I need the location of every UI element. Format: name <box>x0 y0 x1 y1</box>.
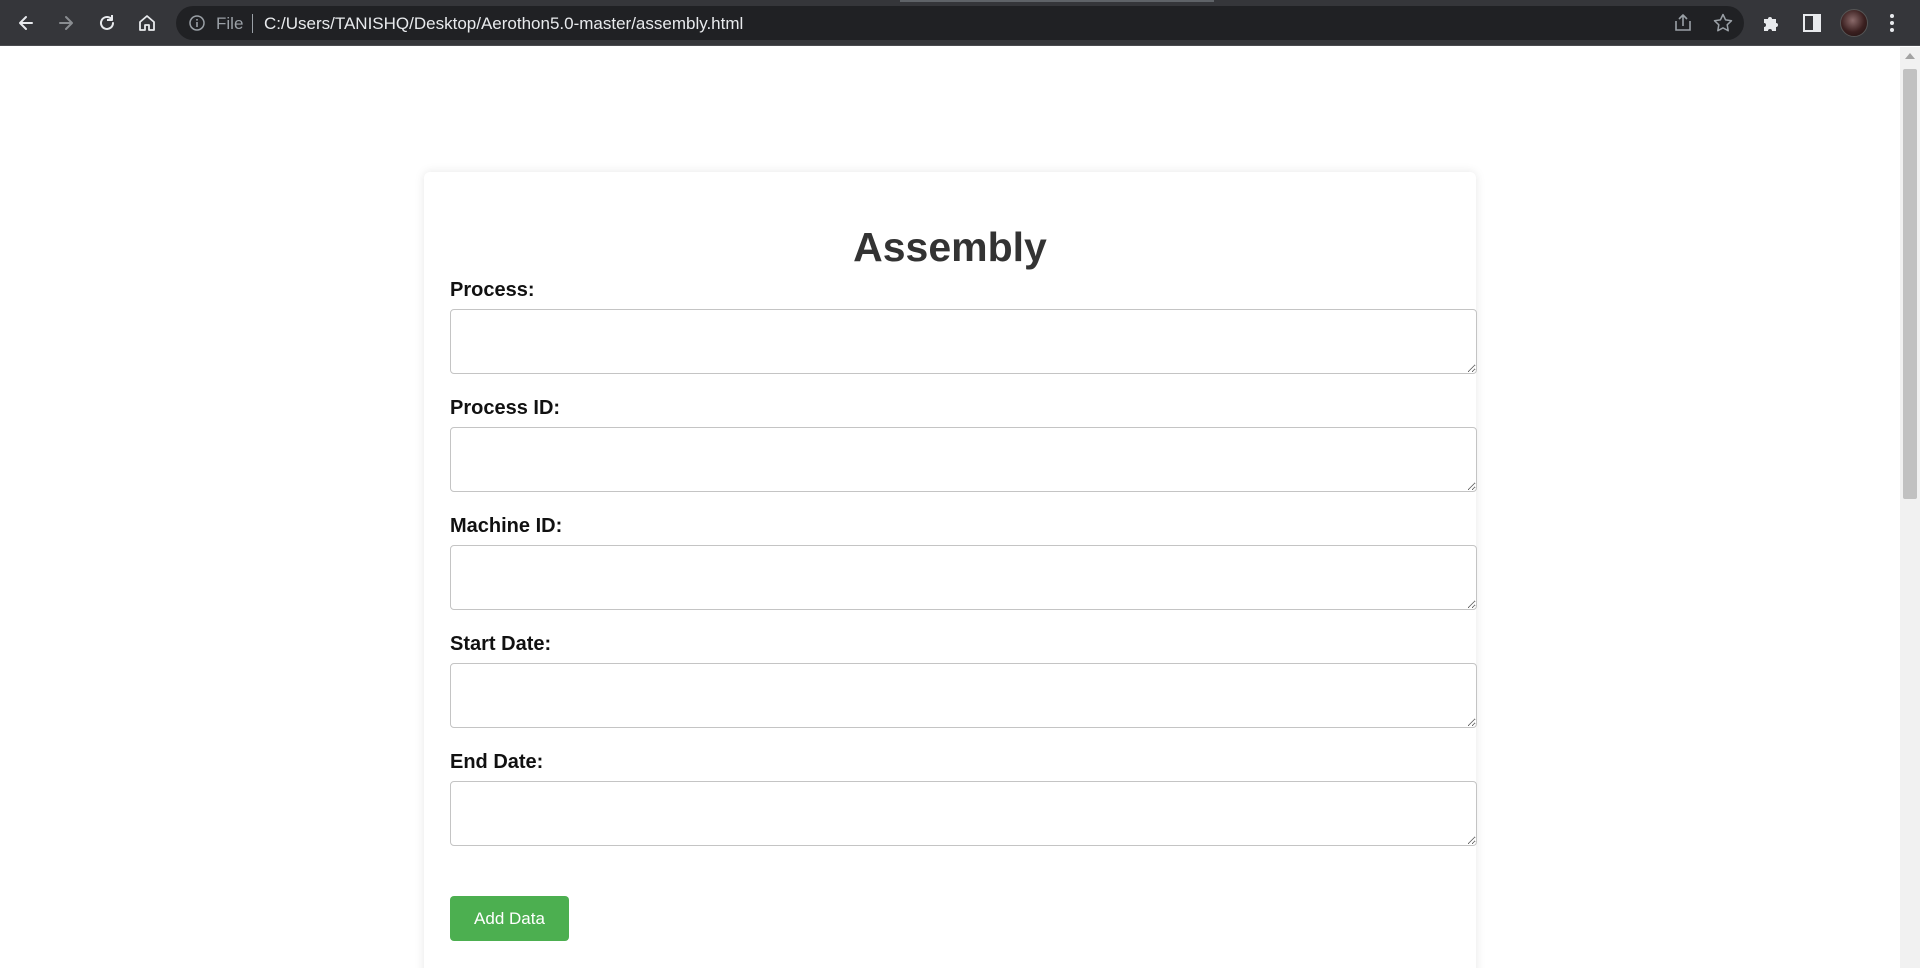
process-label: Process: <box>450 279 535 301</box>
page-viewport: Assembly Process: Process ID: Machine ID… <box>0 47 1900 968</box>
machine-id-label: Machine ID: <box>450 515 563 537</box>
reload-button[interactable] <box>93 9 121 37</box>
kebab-menu-icon[interactable] <box>1880 11 1904 35</box>
info-icon[interactable] <box>188 14 206 32</box>
start-date-input[interactable] <box>450 663 1477 728</box>
tab-strip-accent <box>900 0 1214 2</box>
start-date-label: Start Date: <box>450 633 552 655</box>
url-scheme-label: File <box>216 14 244 33</box>
back-button[interactable] <box>12 9 40 37</box>
scroll-up-arrow-icon[interactable] <box>1905 53 1915 59</box>
back-arrow-icon <box>19 16 33 30</box>
avatar[interactable] <box>1840 9 1868 37</box>
end-date-label: End Date: <box>450 751 544 773</box>
scrollbar-thumb[interactable] <box>1903 69 1917 499</box>
side-panel-icon[interactable] <box>1800 11 1824 35</box>
process-input[interactable] <box>450 309 1477 374</box>
url-divider <box>252 14 253 33</box>
add-data-button[interactable]: Add Data <box>450 896 569 941</box>
home-icon <box>139 15 155 31</box>
browser-toolbar: File C:/Users/TANISHQ/Desktop/Aerothon5.… <box>0 0 1920 46</box>
reload-icon <box>100 15 114 30</box>
process-id-input[interactable] <box>450 427 1477 492</box>
page-title: Assembly <box>853 224 1047 270</box>
puzzle-icon[interactable] <box>1760 11 1784 35</box>
home-button[interactable] <box>133 9 161 37</box>
machine-id-input[interactable] <box>450 545 1477 610</box>
end-date-input[interactable] <box>450 781 1477 846</box>
scrollbar[interactable] <box>1900 47 1920 968</box>
share-icon[interactable] <box>1672 12 1694 34</box>
forward-button[interactable] <box>52 9 80 37</box>
address-bar[interactable]: File C:/Users/TANISHQ/Desktop/Aerothon5.… <box>176 6 1744 40</box>
forward-arrow-icon <box>59 16 73 30</box>
process-id-label: Process ID: <box>450 397 561 419</box>
url-text[interactable]: C:/Users/TANISHQ/Desktop/Aerothon5.0-mas… <box>264 14 743 34</box>
form-card: Assembly Process: Process ID: Machine ID… <box>424 172 1477 968</box>
star-icon[interactable] <box>1712 12 1734 34</box>
